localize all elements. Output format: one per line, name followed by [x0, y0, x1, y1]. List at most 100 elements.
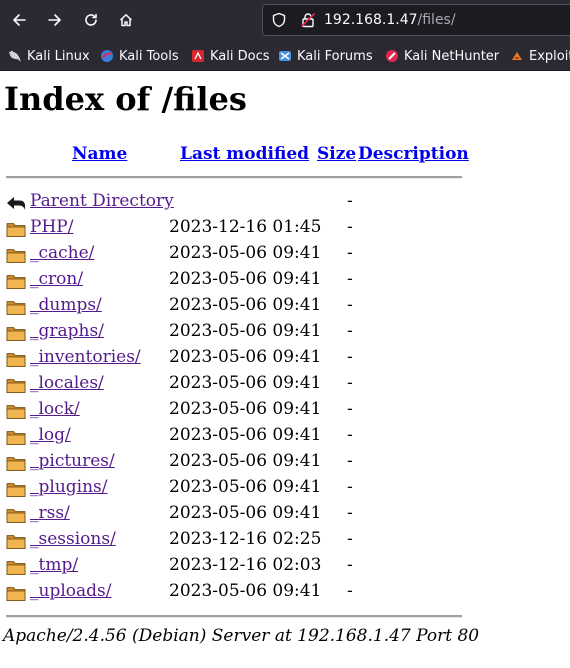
column-header-last-modified[interactable]: Last modified	[180, 144, 309, 164]
directory-link[interactable]: _plugins/	[30, 477, 108, 497]
list-item: _pictures/2023-05-06 09:41 -	[0, 449, 570, 475]
last-modified-cell: 2023-05-06 09:41	[169, 399, 322, 419]
divider-top	[6, 176, 462, 179]
folder-icon	[6, 457, 26, 471]
folder-icon	[6, 353, 26, 367]
size-cell: -	[347, 269, 353, 289]
folder-icon	[6, 535, 26, 549]
size-cell: -	[347, 399, 353, 419]
directory-link[interactable]: _locales/	[30, 373, 104, 393]
folder-icon	[6, 509, 26, 523]
url-text[interactable]: 192.168.1.47/files/	[324, 12, 456, 28]
folder-icon	[6, 327, 26, 341]
bookmark-label: Kali Docs	[210, 48, 270, 64]
bookmark-label: Exploit	[529, 48, 570, 64]
back-folder-icon	[7, 197, 25, 210]
parent-directory-link[interactable]: Parent Directory	[30, 191, 174, 211]
home-icon	[119, 14, 133, 27]
bookmarks-toolbar: Kali Linux Kali Tools Kali Docs Kali For…	[0, 41, 570, 71]
kali-forums-icon	[279, 51, 291, 61]
size-cell: -	[347, 243, 353, 263]
directory-link[interactable]: _cache/	[30, 243, 94, 263]
directory-link[interactable]: _graphs/	[30, 321, 104, 341]
page-title: Index of /files	[4, 80, 247, 118]
list-item: _plugins/2023-05-06 09:41 -	[0, 475, 570, 501]
list-item: _graphs/2023-05-06 09:41 -	[0, 319, 570, 345]
size-cell: -	[347, 529, 353, 549]
directory-link[interactable]: _uploads/	[30, 581, 111, 601]
last-modified-cell: 2023-12-16 01:45	[169, 217, 322, 237]
list-item: _dumps/2023-05-06 09:41 -	[0, 293, 570, 319]
column-header-name[interactable]: Name	[72, 144, 127, 164]
size-cell: -	[347, 347, 353, 367]
last-modified-cell: 2023-05-06 09:41	[169, 581, 322, 601]
folder-icon	[6, 587, 26, 601]
size-cell: -	[347, 503, 353, 523]
list-item: _rss/2023-05-06 09:41 -	[0, 501, 570, 527]
bookmark-kali-tools[interactable]: Kali Tools	[100, 47, 179, 65]
kali-nethunter-icon	[386, 50, 398, 62]
directory-link[interactable]: _dumps/	[30, 295, 102, 315]
directory-link[interactable]: _log/	[30, 425, 71, 445]
insecure-lock-icon[interactable]	[300, 12, 316, 28]
last-modified-cell: 2023-05-06 09:41	[169, 295, 322, 315]
size-cell: -	[347, 373, 353, 393]
directory-link[interactable]: _pictures/	[30, 451, 115, 471]
home-button[interactable]	[113, 7, 139, 33]
bookmark-kali-docs[interactable]: Kali Docs	[191, 47, 270, 65]
directory-link[interactable]: PHP/	[30, 217, 73, 237]
last-modified-cell: 2023-05-06 09:41	[169, 425, 322, 445]
folder-icon	[6, 249, 26, 263]
column-header-size[interactable]: Size	[317, 144, 356, 164]
last-modified-cell: 2023-05-06 09:41	[169, 269, 322, 289]
size-cell: -	[347, 321, 353, 341]
directory-link[interactable]: _sessions/	[30, 529, 116, 549]
directory-link[interactable]: _cron/	[30, 269, 83, 289]
address-bar[interactable]: 192.168.1.47/files/	[262, 4, 570, 36]
folder-icon	[6, 405, 26, 419]
url-path: /files/	[417, 12, 456, 28]
list-item: _cache/2023-05-06 09:41 -	[0, 241, 570, 267]
reload-icon	[85, 13, 97, 26]
tracking-shield-icon[interactable]	[271, 12, 287, 28]
folder-icon	[6, 379, 26, 393]
parent-directory-row: Parent Directory -	[0, 189, 570, 215]
list-item: _locales/2023-05-06 09:41 -	[0, 371, 570, 397]
directory-link[interactable]: _rss/	[30, 503, 70, 523]
column-header-description[interactable]: Description	[358, 144, 469, 164]
size-cell: -	[347, 217, 353, 237]
folder-icon	[6, 561, 26, 575]
reload-button[interactable]	[78, 7, 104, 33]
directory-link[interactable]: _lock/	[30, 399, 80, 419]
bookmark-label: Kali Linux	[27, 48, 90, 64]
last-modified-cell: 2023-05-06 09:41	[169, 373, 322, 393]
list-item: _lock/2023-05-06 09:41 -	[0, 397, 570, 423]
last-modified-cell: 2023-12-16 02:25	[169, 529, 322, 549]
kali-dragon-icon	[9, 50, 21, 62]
server-signature: Apache/2.4.56 (Debian) Server at 192.168…	[3, 626, 480, 646]
directory-link[interactable]: _inventories/	[30, 347, 141, 367]
list-item: _inventories/2023-05-06 09:41 -	[0, 345, 570, 371]
directory-link[interactable]: _tmp/	[30, 555, 78, 575]
list-item: _uploads/2023-05-06 09:41 -	[0, 579, 570, 605]
exploit-db-icon	[512, 52, 522, 60]
bookmark-kali-nethunter[interactable]: Kali NetHunter	[385, 47, 499, 65]
bookmark-label: Kali Tools	[119, 48, 179, 64]
bookmark-kali-forums[interactable]: Kali Forums	[278, 47, 373, 65]
browser-toolbar: 192.168.1.47/files/	[0, 0, 570, 41]
size-cell: -	[347, 477, 353, 497]
last-modified-cell: 2023-12-16 02:03	[169, 555, 322, 575]
last-modified-cell: 2023-05-06 09:41	[169, 451, 322, 471]
forward-button[interactable]	[42, 7, 68, 33]
back-button[interactable]	[6, 7, 32, 33]
list-item: PHP/2023-12-16 01:45 -	[0, 215, 570, 241]
back-arrow-icon	[13, 14, 26, 26]
folder-icon	[6, 483, 26, 497]
size-cell: -	[347, 581, 353, 601]
bookmark-label: Kali Forums	[297, 48, 373, 64]
list-item: _sessions/2023-12-16 02:25 -	[0, 527, 570, 553]
bookmark-kali-linux[interactable]: Kali Linux	[8, 47, 90, 65]
bookmark-exploit[interactable]: Exploit	[510, 47, 570, 65]
list-item: _log/2023-05-06 09:41 -	[0, 423, 570, 449]
size-cell: -	[347, 451, 353, 471]
